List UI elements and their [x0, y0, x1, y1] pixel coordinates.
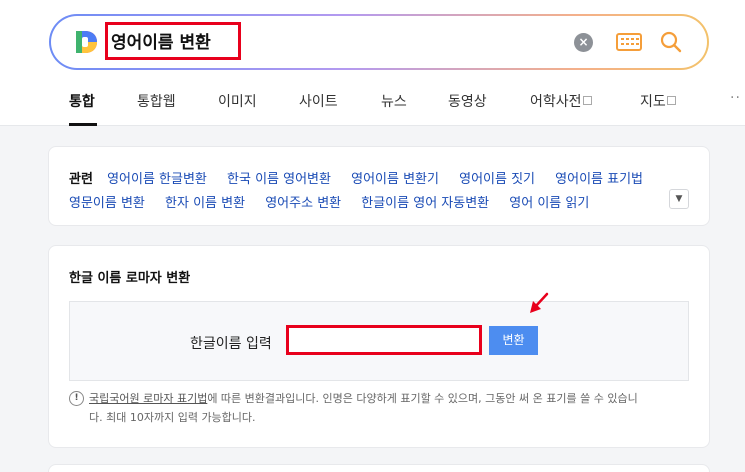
- converter-title: 한글 이름 로마자 변환: [69, 271, 191, 286]
- related-link[interactable]: 영어이름 짓기: [459, 172, 535, 187]
- related-title: 관련: [69, 172, 93, 187]
- converter-notice: ! 국립국어원 로마자 표기법에 따른 변환결과입니다. 인명은 다양하게 표기…: [69, 389, 689, 427]
- search-icon[interactable]: [659, 30, 683, 54]
- tab-videos[interactable]: 동영상: [448, 91, 487, 111]
- romanization-rules-link[interactable]: 국립국어원 로마자 표기법: [89, 392, 207, 405]
- more-tabs-icon[interactable]: ··: [730, 90, 741, 106]
- notice-text: 에 따른 변환결과입니다. 인명은 다양하게 표기할 수 있으며, 그동안 써 …: [207, 392, 638, 405]
- related-link[interactable]: 한글이름 영어 자동변환: [361, 196, 489, 211]
- tab-maps-label: 지도: [640, 94, 666, 110]
- related-row-1: 관련 영어이름 한글변환 한국 이름 영어변환 영어이름 변환기 영어이름 짓기…: [69, 168, 659, 187]
- exclamation-circle-icon: !: [69, 391, 84, 406]
- keyboard-icon[interactable]: [616, 33, 642, 51]
- converter-input-area: 한글이름 입력 변환: [69, 301, 689, 381]
- name-input-label: 한글이름 입력: [190, 336, 272, 352]
- related-searches-card: 관련 영어이름 한글변환 한국 이름 영어변환 영어이름 변환기 영어이름 짓기…: [48, 146, 710, 226]
- tab-dictionary[interactable]: 어학사전: [530, 91, 592, 111]
- romanization-converter-card: 한글 이름 로마자 변환 한글이름 입력 변환 ! 국립국어원 로마자 표기법에…: [48, 245, 710, 448]
- tab-integrated-web[interactable]: 통합웹: [137, 91, 176, 111]
- next-result-card: [48, 464, 710, 472]
- tab-sites[interactable]: 사이트: [299, 91, 338, 111]
- related-link[interactable]: 영어이름 표기법: [555, 172, 643, 187]
- related-link[interactable]: 영어이름 변환기: [351, 172, 439, 187]
- external-link-icon: [666, 96, 676, 105]
- daum-logo-icon[interactable]: [73, 29, 99, 55]
- related-link[interactable]: 영어주소 변환: [265, 196, 341, 211]
- related-link[interactable]: 영문이름 변환: [69, 196, 145, 211]
- tab-news[interactable]: 뉴스: [381, 91, 407, 111]
- notice-text-2: 다. 최대 10자까지 입력 가능합니다.: [89, 411, 256, 424]
- search-header: 영어이름 변환 × 통합 통합웹 이미지 사이트 뉴스 동영상 어학사전 지도 …: [0, 0, 745, 126]
- search-query-text[interactable]: 영어이름 변환: [111, 28, 211, 53]
- convert-button[interactable]: 변환: [489, 326, 538, 355]
- tab-integrated[interactable]: 통합: [69, 91, 95, 111]
- red-arrow-pointer-icon: [530, 292, 549, 313]
- active-tab-indicator: [69, 123, 97, 126]
- related-link[interactable]: 영어 이름 읽기: [509, 196, 589, 211]
- external-link-icon: [582, 96, 592, 105]
- korean-name-input[interactable]: [286, 325, 482, 355]
- related-link[interactable]: 한자 이름 변환: [165, 196, 245, 211]
- tab-dictionary-label: 어학사전: [530, 94, 582, 110]
- search-box-inner: 영어이름 변환 ×: [51, 16, 707, 68]
- tab-images[interactable]: 이미지: [218, 91, 257, 111]
- tab-maps[interactable]: 지도: [640, 91, 676, 111]
- search-tabs: 통합 통합웹 이미지 사이트 뉴스 동영상 어학사전 지도 ··: [0, 88, 745, 126]
- related-row-2: 영문이름 변환 한자 이름 변환 영어주소 변환 한글이름 영어 자동변환 영어…: [69, 192, 605, 211]
- close-circle-icon[interactable]: ×: [574, 33, 593, 52]
- related-link[interactable]: 한국 이름 영어변환: [227, 172, 331, 187]
- related-link[interactable]: 영어이름 한글변환: [107, 172, 207, 187]
- search-box: 영어이름 변환 ×: [49, 14, 709, 70]
- chevron-down-icon[interactable]: ▼: [669, 189, 689, 209]
